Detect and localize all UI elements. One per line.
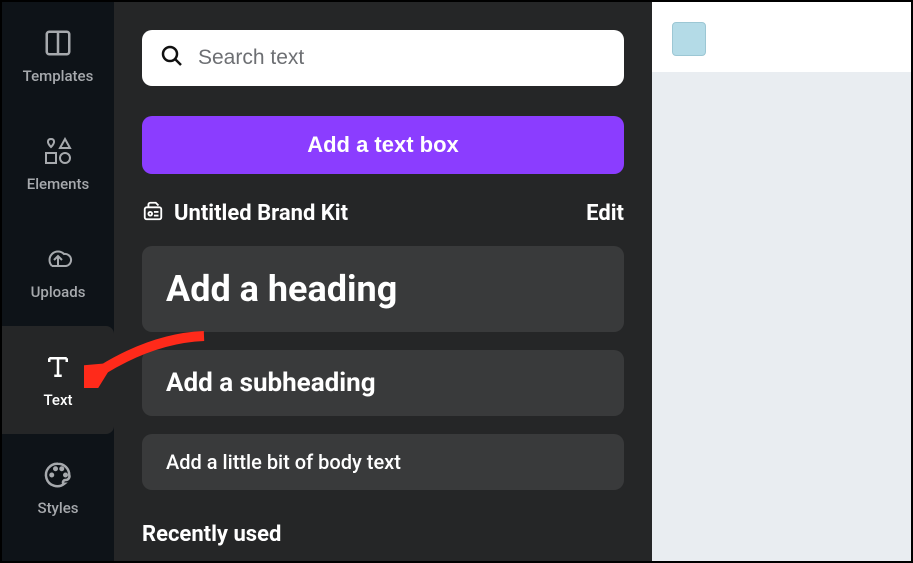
search-icon	[160, 44, 184, 72]
search-container	[142, 30, 624, 86]
search-input[interactable]	[198, 46, 606, 70]
sidebar: Templates Elements Upload	[2, 2, 114, 561]
text-panel: Add a text box Untitled Brand Kit Edit A…	[114, 2, 652, 561]
brand-kit-name: Untitled Brand Kit	[174, 201, 348, 226]
sidebar-item-styles[interactable]: Styles	[2, 434, 114, 542]
styles-icon	[42, 459, 74, 491]
brand-kit-icon	[142, 200, 164, 226]
sidebar-label: Text	[43, 391, 72, 409]
sidebar-label: Elements	[27, 175, 90, 193]
brand-kit-edit-button[interactable]: Edit	[586, 201, 624, 226]
sidebar-label: Templates	[23, 67, 94, 85]
recently-used-heading: Recently used	[142, 522, 624, 547]
sidebar-item-uploads[interactable]: Uploads	[2, 218, 114, 326]
elements-icon	[42, 135, 74, 167]
text-icon	[42, 351, 74, 383]
add-heading-button[interactable]: Add a heading	[142, 246, 624, 332]
brand-kit-left: Untitled Brand Kit	[142, 200, 348, 226]
add-text-box-button[interactable]: Add a text box	[142, 116, 624, 174]
color-swatch[interactable]	[672, 22, 706, 56]
sidebar-label: Styles	[37, 499, 78, 517]
uploads-icon	[42, 243, 74, 275]
templates-icon	[42, 27, 74, 59]
brand-kit-row: Untitled Brand Kit Edit	[142, 200, 624, 226]
sidebar-item-text[interactable]: Text	[2, 326, 114, 434]
sidebar-item-elements[interactable]: Elements	[2, 110, 114, 218]
add-subheading-button[interactable]: Add a subheading	[142, 350, 624, 416]
canvas-toolbar	[652, 2, 911, 72]
add-body-text-button[interactable]: Add a little bit of body text	[142, 434, 624, 490]
sidebar-item-templates[interactable]: Templates	[2, 2, 114, 110]
sidebar-label: Uploads	[31, 283, 86, 301]
canvas-area[interactable]	[652, 2, 911, 561]
